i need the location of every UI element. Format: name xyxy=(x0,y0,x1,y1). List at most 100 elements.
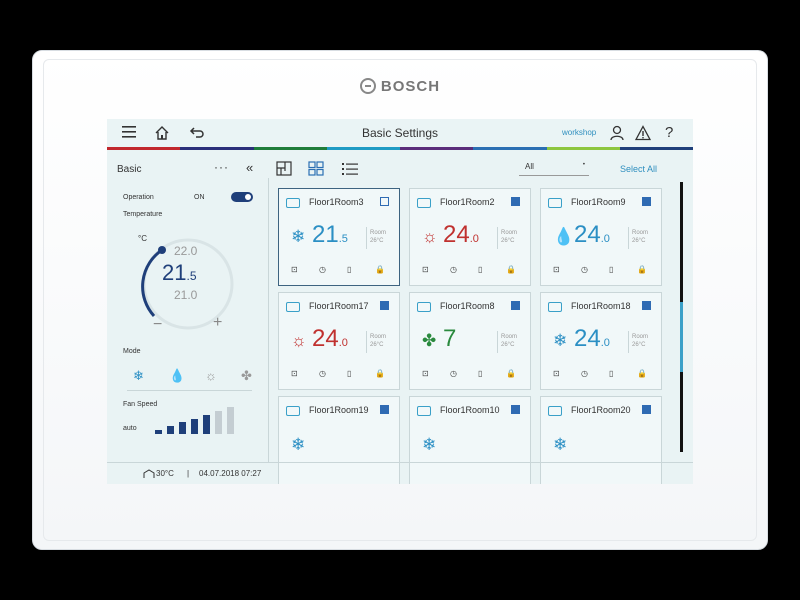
room-temp: 24.0 xyxy=(443,221,479,249)
room-name: Floor1Room17 xyxy=(309,301,369,311)
room-checkbox[interactable] xyxy=(642,301,651,310)
operation-toggle[interactable] xyxy=(231,192,253,202)
room-setpoint: Room 26°C xyxy=(632,229,648,245)
room-label: Room xyxy=(370,334,387,340)
setpoint-value: 21.5 xyxy=(162,260,197,286)
room-card[interactable]: Floor1Room3 ❄ 21.5 Room 26°C ⊡ ◷ ▯ 🔒 xyxy=(278,188,400,286)
card-divider xyxy=(497,331,498,353)
room-checkbox[interactable] xyxy=(380,405,389,414)
user-icon[interactable] xyxy=(610,125,624,145)
panel-title: Basic xyxy=(117,164,142,175)
fan-speed-bar[interactable] xyxy=(179,422,186,434)
heat-mode-icon[interactable]: ☼ xyxy=(205,368,217,383)
room-name: Floor1Room3 xyxy=(309,197,364,207)
room-setpoint: Room 26°C xyxy=(632,333,648,349)
page-title: Basic Settings xyxy=(361,126,439,140)
filter-dropdown[interactable]: All • xyxy=(519,162,589,176)
card-divider xyxy=(366,227,367,249)
indoor-unit-icon xyxy=(417,198,431,208)
fan-speed-bar[interactable] xyxy=(191,418,198,434)
room-temp: 24.0 xyxy=(574,325,610,353)
more-options-button[interactable]: ··· xyxy=(214,160,229,174)
grid-view-icon[interactable] xyxy=(308,161,324,176)
schedule-icon: ◷ xyxy=(450,265,457,274)
room-checkbox[interactable] xyxy=(380,301,389,310)
brand-name: BOSCH xyxy=(380,78,441,95)
fan-speed-bar[interactable] xyxy=(227,407,234,434)
room-label: Room xyxy=(632,334,649,340)
room-temp-integer: 24 xyxy=(312,325,339,352)
room-name: Floor1Room18 xyxy=(571,301,631,311)
timer-icon: ⊡ xyxy=(553,265,560,274)
room-label: Room xyxy=(501,334,518,340)
filter-icon: ▯ xyxy=(478,369,483,378)
filter-icon: ▯ xyxy=(609,369,614,378)
fan-speed-bar[interactable] xyxy=(215,411,222,434)
room-temp: 24.0 xyxy=(574,221,610,249)
card-divider xyxy=(628,331,629,353)
temperature-label: Temperature xyxy=(123,211,163,218)
indoor-unit-icon xyxy=(548,198,562,208)
warning-icon[interactable] xyxy=(634,125,652,145)
timer-icon: ⊡ xyxy=(553,369,560,378)
room-temp-decimal: .0 xyxy=(469,233,479,245)
room-checkbox[interactable] xyxy=(642,405,651,414)
help-icon[interactable]: ? xyxy=(665,125,673,141)
room-checkbox[interactable] xyxy=(511,197,520,206)
indoor-unit-icon xyxy=(286,198,300,208)
mode-divider xyxy=(127,390,252,391)
outdoor-temp: 30°C xyxy=(156,469,174,478)
filter-icon: ▯ xyxy=(478,265,483,274)
indoor-unit-icon xyxy=(286,302,300,312)
setpoint-integer: 21 xyxy=(162,260,187,285)
timer-icon: ⊡ xyxy=(422,369,429,378)
room-card[interactable]: Floor1Room8 ✤ 7 Room 26°C ⊡ ◷ ▯ 🔒 xyxy=(409,292,531,390)
cool-mode-icon: ❄ xyxy=(291,435,306,454)
room-card[interactable]: Floor1Room18 ❄ 24.0 Room 26°C ⊡ ◷ ▯ 🔒 xyxy=(540,292,662,390)
filter-icon: ▯ xyxy=(609,265,614,274)
room-temp-integer: 24 xyxy=(574,221,601,248)
timer-icon: ⊡ xyxy=(422,265,429,274)
room-temp: 7 xyxy=(443,325,456,353)
room-checkbox[interactable] xyxy=(642,197,651,206)
fan-mode-icon[interactable]: ✤ xyxy=(241,368,252,384)
setpoint-decimal: .5 xyxy=(186,269,197,283)
fan-speed-bar[interactable] xyxy=(167,426,174,434)
schedule-icon: ◷ xyxy=(319,369,326,378)
fan-speed-bar[interactable] xyxy=(203,414,210,434)
indoor-unit-icon xyxy=(548,406,562,416)
edit-icon[interactable] xyxy=(380,197,389,206)
scrollbar[interactable] xyxy=(680,182,683,452)
select-all-button[interactable]: Select All xyxy=(620,164,657,174)
status-bar: 30°C | 04.07.2018 07:27 xyxy=(107,462,693,484)
decrease-temp-button[interactable]: − xyxy=(153,316,162,334)
list-view-icon[interactable] xyxy=(341,161,358,175)
room-name: Floor1Room2 xyxy=(440,197,495,207)
increase-temp-button[interactable]: + xyxy=(213,314,222,332)
brand-logo: BOSCH xyxy=(33,78,767,95)
room-card[interactable]: Floor1Room9 💧 24.0 Room 26°C ⊡ ◷ ▯ 🔒 xyxy=(540,188,662,286)
fan-speed-label: Fan Speed xyxy=(123,401,158,408)
site-name[interactable]: workshop xyxy=(562,128,596,137)
scrollbar-thumb[interactable] xyxy=(680,302,683,372)
lock-icon: 🔒 xyxy=(637,369,647,378)
touch-screen: Basic Settings workshop ? Basic ··· « Al… xyxy=(107,119,693,484)
fan-speed-bar[interactable] xyxy=(155,430,162,434)
heat-mode-icon: ☼ xyxy=(291,331,307,350)
outdoor-icon xyxy=(143,469,155,481)
room-card[interactable]: Floor1Room2 ☼ 24.0 Room 26°C ⊡ ◷ ▯ 🔒 xyxy=(409,188,531,286)
room-temp-decimal: .0 xyxy=(600,233,610,245)
floorplan-view-icon[interactable] xyxy=(276,161,292,176)
fan-speed-selector[interactable] xyxy=(155,406,245,434)
room-checkbox[interactable] xyxy=(511,405,520,414)
room-checkbox[interactable] xyxy=(511,301,520,310)
room-setpoint-value: 26°C xyxy=(632,238,646,244)
room-name: Floor1Room19 xyxy=(309,405,369,415)
room-card[interactable]: Floor1Room17 ☼ 24.0 Room 26°C ⊡ ◷ ▯ 🔒 xyxy=(278,292,400,390)
dry-mode-icon[interactable]: 💧 xyxy=(169,368,185,384)
operation-state: ON xyxy=(194,194,205,201)
operation-label: Operation xyxy=(123,194,154,201)
cool-mode-icon[interactable]: ❄ xyxy=(133,368,144,384)
collapse-panel-button[interactable]: « xyxy=(246,160,253,175)
filter-value: All xyxy=(525,162,534,171)
